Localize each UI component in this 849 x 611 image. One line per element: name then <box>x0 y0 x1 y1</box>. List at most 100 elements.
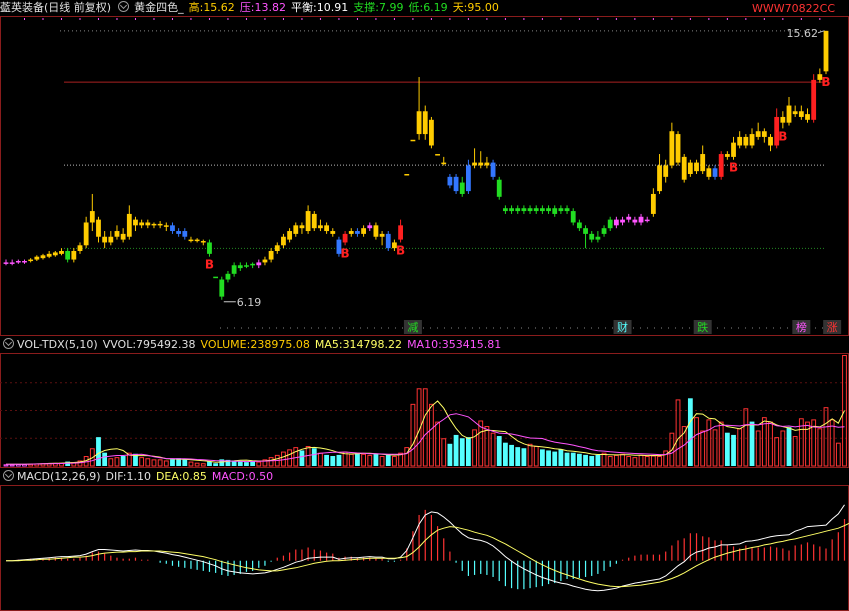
volume-bar <box>151 459 157 467</box>
volume-bar <box>9 464 15 467</box>
volume-bar <box>194 462 200 467</box>
macd-title[interactable]: MACD(12,26,9) <box>17 470 101 483</box>
volume-bar <box>687 398 693 466</box>
candle-body <box>318 225 323 229</box>
candle-body <box>237 265 243 269</box>
candle-body <box>324 225 330 232</box>
candle-body <box>718 154 724 177</box>
candle-body <box>120 233 126 240</box>
volume-bar <box>22 464 27 467</box>
volume-bar <box>324 454 330 466</box>
candle-body <box>595 236 601 240</box>
volume-bar <box>305 446 311 467</box>
candle-body <box>65 251 71 260</box>
volume-bar <box>657 456 662 467</box>
candle-body <box>373 225 379 237</box>
candle-body <box>126 213 132 237</box>
volume-bar <box>441 438 447 467</box>
volume-bar <box>200 463 206 467</box>
stock-title[interactable]: 蓝英装备(日线 前复权) <box>0 1 111 14</box>
candle-body <box>367 225 373 229</box>
press-value: 13.82 <box>254 1 287 14</box>
volume-bar <box>595 454 601 466</box>
event-marker-label: 减 <box>407 321 418 334</box>
candle-body <box>558 208 564 212</box>
volume-bar <box>355 452 360 466</box>
candle-body <box>114 231 120 237</box>
volume-panel[interactable] <box>0 353 849 468</box>
candle-body <box>472 162 477 166</box>
candle-body <box>52 252 58 256</box>
volume-bar <box>743 408 749 467</box>
volume-bar <box>533 446 539 467</box>
candle-body <box>225 273 231 280</box>
settings-circle-icon[interactable] <box>3 338 14 349</box>
volume-bar <box>527 443 533 467</box>
candle-body <box>305 211 311 232</box>
volume-bar <box>244 462 249 466</box>
settings-circle-icon[interactable] <box>3 470 14 481</box>
candle-body <box>194 239 200 242</box>
candle-body <box>650 193 656 214</box>
volume-bar <box>3 464 9 467</box>
macd-panel[interactable] <box>0 485 849 611</box>
candle-body <box>441 162 447 165</box>
volume-bar <box>546 450 551 466</box>
macd-header: MACD(12,26,9) DIF:1.10 DEA:0.85 MACD:0.50 <box>0 469 278 485</box>
volume-bar <box>96 437 101 466</box>
sky-value: 95.00 <box>467 1 499 14</box>
price-panel[interactable]: B B B B B B 15.62 6.19 减 财 跌 榜 涨 <box>0 16 849 336</box>
candle-body <box>151 223 157 226</box>
volume-bar <box>268 457 274 467</box>
volume-bar <box>435 421 440 467</box>
candle-body <box>231 265 237 274</box>
volume-bar <box>145 458 151 467</box>
volume-bar <box>780 430 786 467</box>
volume-bar <box>207 461 212 466</box>
candle-body <box>644 219 650 222</box>
candle-body <box>274 245 280 251</box>
indicator-name[interactable]: 黄金四色_ <box>134 1 184 14</box>
event-marker-label: 榜 <box>796 320 807 334</box>
volume-bar <box>385 454 391 466</box>
volume-bar <box>392 456 397 467</box>
candle-body <box>46 253 52 257</box>
candle-body <box>478 162 484 166</box>
volume-bar <box>515 447 521 466</box>
volume-bar <box>737 428 743 467</box>
candle-body <box>607 219 613 229</box>
volume-bar <box>182 459 188 466</box>
max-price-label: 15.62 <box>787 27 819 40</box>
candle-body <box>163 225 169 227</box>
candle-body <box>466 165 471 192</box>
candle-body <box>188 239 194 242</box>
volume-bar <box>336 454 342 466</box>
vol-title[interactable]: VOL-TDX(5,10) <box>17 338 98 351</box>
candle-body <box>404 174 410 176</box>
volume-bar <box>552 451 558 466</box>
diamond-icon[interactable] <box>0 3 9 12</box>
volume-bar <box>755 430 761 467</box>
volume-bar <box>835 442 841 467</box>
candle-body <box>490 162 496 177</box>
volume-bar <box>564 452 570 466</box>
settings-circle-icon[interactable] <box>118 1 130 12</box>
volume-bar <box>459 438 465 466</box>
candle-body <box>299 225 305 229</box>
candle-body <box>77 245 83 251</box>
volume-bar <box>700 430 706 467</box>
candle-body <box>755 131 761 137</box>
volume-bar <box>484 426 490 467</box>
candle-body <box>687 162 693 174</box>
volume-bar <box>576 453 582 466</box>
candle-body <box>157 223 163 226</box>
candle-body <box>268 251 274 260</box>
candle-body <box>589 233 595 240</box>
candle-body <box>96 219 101 237</box>
buy-signal-marker: B <box>778 129 787 143</box>
volume-bar <box>361 453 366 467</box>
volume-bar <box>447 443 453 466</box>
candle-body <box>823 30 829 72</box>
ma5-value: 314798.22 <box>342 338 403 351</box>
candle-body <box>133 219 138 226</box>
